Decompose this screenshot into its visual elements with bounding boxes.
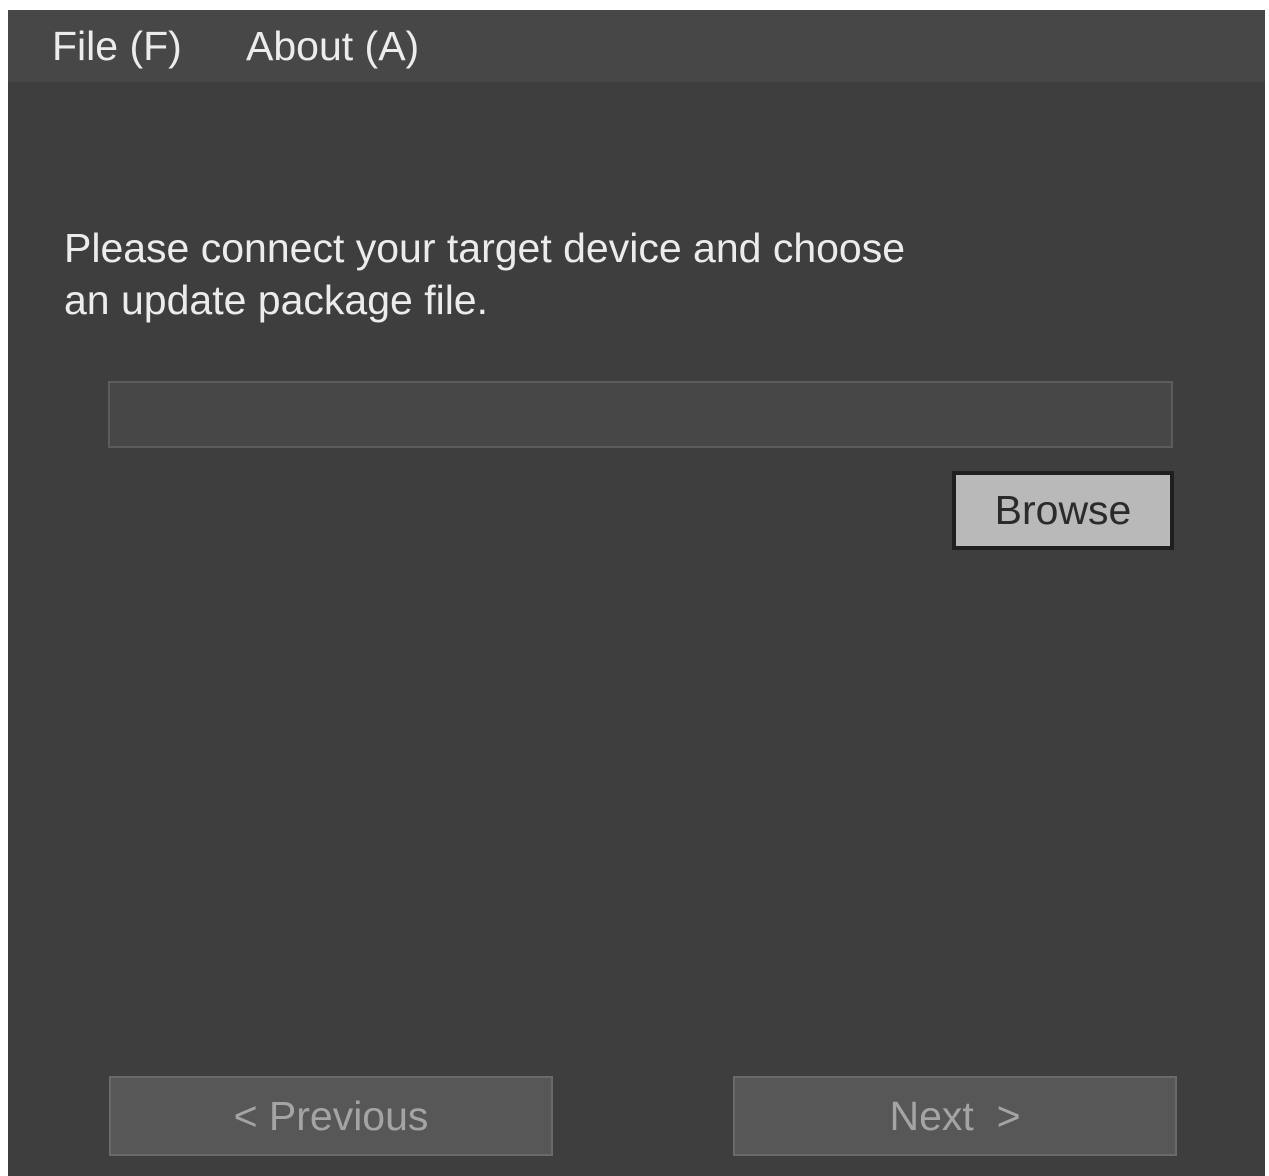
previous-button[interactable]: < Previous: [109, 1076, 553, 1156]
browse-button[interactable]: Browse: [952, 471, 1174, 550]
menu-file[interactable]: File (F): [52, 22, 182, 70]
menu-bar: File (F) About (A): [8, 10, 1265, 82]
package-file-path-input[interactable]: [108, 381, 1173, 448]
instruction-text: Please connect your target device and ch…: [64, 222, 1064, 326]
instruction-line-2: an update package file.: [64, 277, 488, 323]
instruction-line-1: Please connect your target device and ch…: [64, 225, 906, 271]
next-button[interactable]: Next >: [733, 1076, 1177, 1156]
window-edge: [1265, 0, 1269, 1176]
menu-about[interactable]: About (A): [246, 22, 419, 70]
updater-window: File (F) About (A) Please connect your t…: [8, 10, 1265, 1176]
